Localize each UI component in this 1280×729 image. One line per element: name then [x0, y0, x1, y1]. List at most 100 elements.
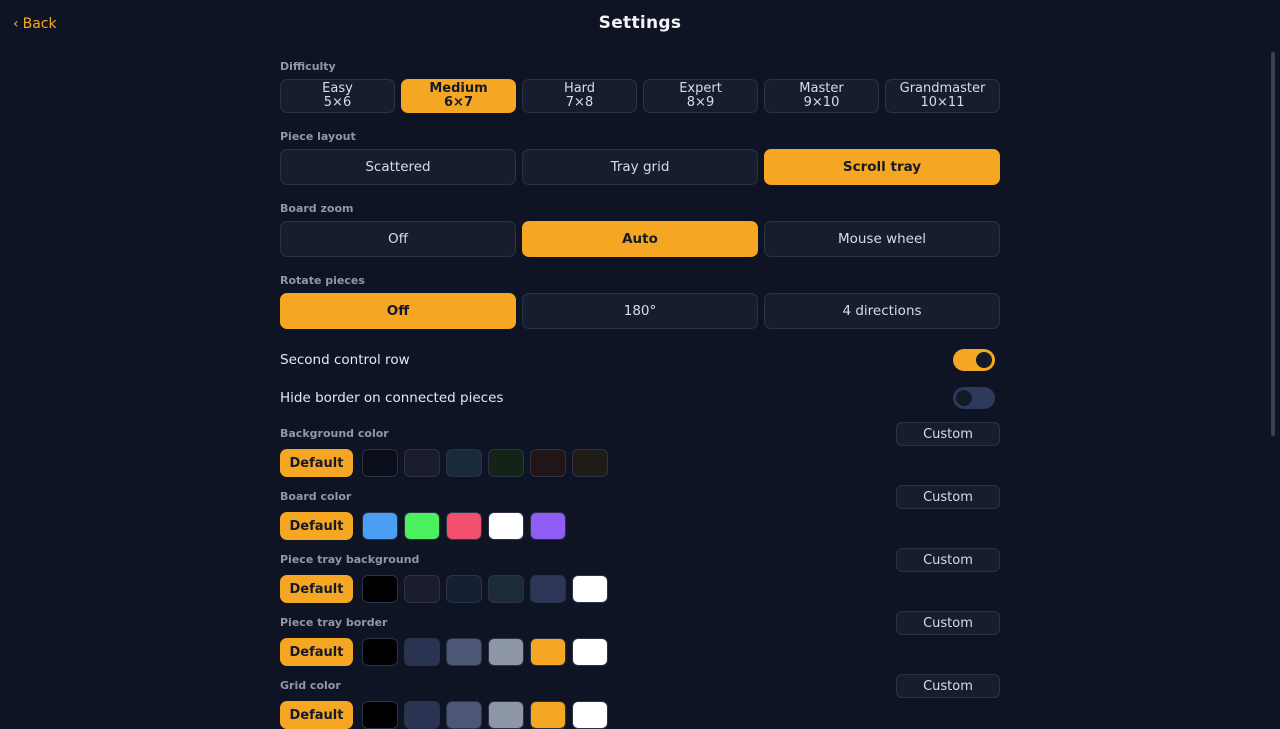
- hide-border-label: Hide border on connected pieces: [280, 390, 504, 406]
- board-color-swatch-5[interactable]: [530, 512, 566, 540]
- background-color-swatch-3[interactable]: [446, 449, 482, 477]
- board-color-custom-button[interactable]: Custom: [896, 485, 1000, 509]
- board-zoom-label: Board zoom: [280, 202, 354, 215]
- hide-border-toggle[interactable]: [953, 387, 995, 409]
- piece-layout-scroll-tray[interactable]: Scroll tray: [764, 149, 1000, 185]
- toggle-knob: [956, 390, 972, 406]
- background-color-swatch-5[interactable]: [530, 449, 566, 477]
- board-zoom-auto[interactable]: Auto: [522, 221, 758, 257]
- scrollbar[interactable]: [1271, 52, 1275, 436]
- piece-tray-border-swatches: Default: [280, 638, 1000, 666]
- rotate-pieces-off[interactable]: Off: [280, 293, 516, 329]
- difficulty-option-name: Easy: [322, 81, 353, 96]
- board-zoom-off[interactable]: Off: [280, 221, 516, 257]
- background-color-section: Background color Custom Default: [280, 422, 1000, 477]
- grid-color-section: Grid color Custom Default: [280, 674, 1000, 729]
- board-zoom-mouse-wheel[interactable]: Mouse wheel: [764, 221, 1000, 257]
- piece-tray-border-swatch-4[interactable]: [488, 638, 524, 666]
- second-control-row-setting: Second control row: [280, 348, 1000, 372]
- difficulty-option-size: 8×9: [686, 95, 715, 110]
- difficulty-option-size: 10×11: [920, 95, 965, 110]
- piece-layout-scattered[interactable]: Scattered: [280, 149, 516, 185]
- toggle-knob: [976, 352, 992, 368]
- hide-border-setting: Hide border on connected pieces: [280, 386, 1000, 410]
- piece-tray-background-swatches: Default: [280, 575, 1000, 603]
- piece-layout-tray-grid[interactable]: Tray grid: [522, 149, 758, 185]
- piece-tray-border-default-button[interactable]: Default: [280, 638, 353, 666]
- background-color-swatch-4[interactable]: [488, 449, 524, 477]
- board-color-swatch-1[interactable]: [362, 512, 398, 540]
- background-color-custom-button[interactable]: Custom: [896, 422, 1000, 446]
- settings-panel: Difficulty Easy 5×6 Medium 6×7 Hard 7×8 …: [280, 60, 1000, 729]
- piece-tray-background-swatch-3[interactable]: [446, 575, 482, 603]
- board-color-swatches: Default: [280, 512, 1000, 540]
- grid-color-swatch-4[interactable]: [488, 701, 524, 729]
- difficulty-option-grandmaster[interactable]: Grandmaster 10×11: [885, 79, 1000, 113]
- rotate-pieces-180[interactable]: 180°: [522, 293, 758, 329]
- difficulty-option-easy[interactable]: Easy 5×6: [280, 79, 395, 113]
- difficulty-option-medium[interactable]: Medium 6×7: [401, 79, 516, 113]
- piece-layout-selector: Scattered Tray grid Scroll tray: [280, 149, 1000, 185]
- grid-color-swatch-1[interactable]: [362, 701, 398, 729]
- piece-tray-background-swatch-5[interactable]: [530, 575, 566, 603]
- color-sections: Background color Custom Default Board co…: [280, 422, 1000, 729]
- difficulty-option-master[interactable]: Master 9×10: [764, 79, 879, 113]
- board-zoom-selector: Off Auto Mouse wheel: [280, 221, 1000, 257]
- difficulty-label: Difficulty: [280, 60, 336, 73]
- difficulty-option-size: 9×10: [803, 95, 840, 110]
- piece-layout-label: Piece layout: [280, 130, 356, 143]
- difficulty-option-name: Hard: [563, 81, 596, 96]
- piece-tray-border-section: Piece tray border Custom Default: [280, 611, 1000, 666]
- difficulty-option-name: Master: [799, 81, 844, 96]
- background-color-swatches: Default: [280, 449, 1000, 477]
- piece-tray-border-custom-button[interactable]: Custom: [896, 611, 1000, 635]
- piece-tray-border-swatch-5[interactable]: [530, 638, 566, 666]
- piece-tray-background-swatch-4[interactable]: [488, 575, 524, 603]
- difficulty-selector: Easy 5×6 Medium 6×7 Hard 7×8 Expert 8×9 …: [280, 79, 1000, 113]
- page-title: Settings: [598, 13, 682, 33]
- difficulty-option-size: 7×8: [565, 95, 594, 110]
- board-color-swatch-2[interactable]: [404, 512, 440, 540]
- grid-color-label: Grid color: [280, 679, 341, 692]
- piece-tray-background-label: Piece tray background: [280, 553, 420, 566]
- background-color-swatch-2[interactable]: [404, 449, 440, 477]
- difficulty-option-name: Grandmaster: [899, 81, 986, 96]
- grid-color-swatch-5[interactable]: [530, 701, 566, 729]
- board-color-section: Board color Custom Default: [280, 485, 1000, 540]
- difficulty-option-size: 5×6: [323, 95, 352, 110]
- piece-tray-border-swatch-1[interactable]: [362, 638, 398, 666]
- difficulty-option-size: 6×7: [444, 95, 473, 110]
- piece-tray-border-swatch-3[interactable]: [446, 638, 482, 666]
- difficulty-option-expert[interactable]: Expert 8×9: [643, 79, 758, 113]
- difficulty-option-name: Expert: [679, 81, 722, 96]
- board-color-default-button[interactable]: Default: [280, 512, 353, 540]
- piece-tray-border-swatch-6[interactable]: [572, 638, 608, 666]
- rotate-pieces-label: Rotate pieces: [280, 274, 365, 287]
- grid-color-swatch-6[interactable]: [572, 701, 608, 729]
- second-control-row-toggle[interactable]: [953, 349, 995, 371]
- piece-tray-border-label: Piece tray border: [280, 616, 388, 629]
- background-color-label: Background color: [280, 427, 389, 440]
- difficulty-option-name: Medium: [429, 81, 488, 96]
- grid-color-default-button[interactable]: Default: [280, 701, 353, 729]
- background-color-swatch-1[interactable]: [362, 449, 398, 477]
- piece-tray-background-swatch-1[interactable]: [362, 575, 398, 603]
- piece-tray-background-section: Piece tray background Custom Default: [280, 548, 1000, 603]
- piece-tray-background-swatch-2[interactable]: [404, 575, 440, 603]
- piece-tray-background-default-button[interactable]: Default: [280, 575, 353, 603]
- grid-color-swatch-3[interactable]: [446, 701, 482, 729]
- background-color-swatch-6[interactable]: [572, 449, 608, 477]
- second-control-row-label: Second control row: [280, 352, 410, 368]
- board-color-swatch-4[interactable]: [488, 512, 524, 540]
- rotate-pieces-selector: Off 180° 4 directions: [280, 293, 1000, 329]
- piece-tray-background-swatch-6[interactable]: [572, 575, 608, 603]
- grid-color-swatches: Default: [280, 701, 1000, 729]
- piece-tray-border-swatch-2[interactable]: [404, 638, 440, 666]
- background-color-default-button[interactable]: Default: [280, 449, 353, 477]
- difficulty-option-hard[interactable]: Hard 7×8: [522, 79, 637, 113]
- grid-color-swatch-2[interactable]: [404, 701, 440, 729]
- piece-tray-background-custom-button[interactable]: Custom: [896, 548, 1000, 572]
- rotate-pieces-4-directions[interactable]: 4 directions: [764, 293, 1000, 329]
- grid-color-custom-button[interactable]: Custom: [896, 674, 1000, 698]
- board-color-swatch-3[interactable]: [446, 512, 482, 540]
